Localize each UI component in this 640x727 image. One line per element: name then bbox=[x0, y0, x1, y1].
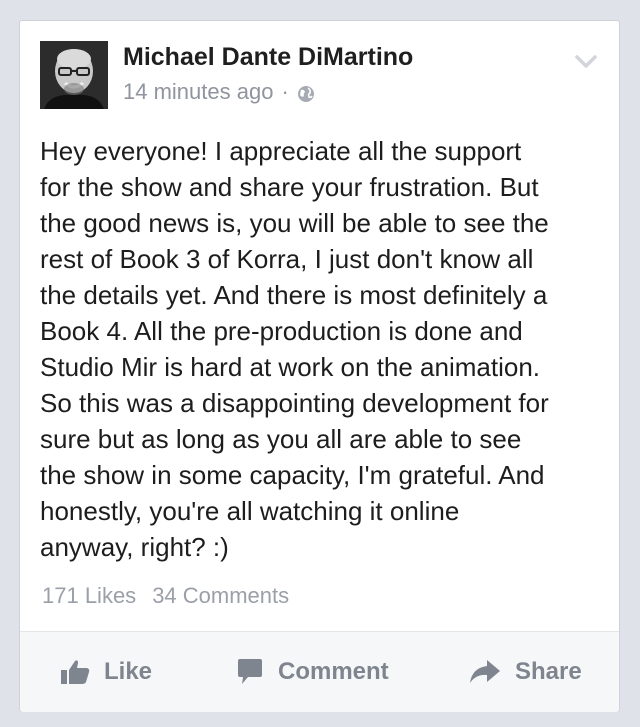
globe-icon bbox=[297, 83, 315, 102]
meta-separator: · bbox=[281, 79, 289, 104]
author-name[interactable]: Michael Dante DiMartino bbox=[123, 43, 413, 72]
chevron-down-icon[interactable] bbox=[575, 55, 597, 69]
post-actions-bar: Like Comment Share bbox=[20, 632, 619, 712]
speech-bubble-icon bbox=[236, 658, 264, 686]
avatar-photo bbox=[40, 41, 108, 109]
likes-count[interactable]: 171 Likes bbox=[42, 583, 136, 608]
comment-button[interactable]: Comment bbox=[236, 654, 389, 690]
share-label: Share bbox=[515, 658, 582, 685]
share-arrow-icon bbox=[469, 659, 501, 685]
post-stats: 171 Likes 34 Comments bbox=[42, 583, 289, 609]
post-meta: 14 minutes ago · bbox=[123, 79, 315, 105]
like-button[interactable]: Like bbox=[60, 654, 152, 690]
share-button[interactable]: Share bbox=[469, 654, 582, 690]
thumbs-up-icon bbox=[60, 659, 90, 685]
like-label: Like bbox=[104, 658, 153, 685]
comment-label: Comment bbox=[278, 658, 389, 685]
comments-count[interactable]: 34 Comments bbox=[152, 583, 289, 608]
post-card: Michael Dante DiMartino 14 minutes ago ·… bbox=[19, 20, 620, 712]
avatar[interactable] bbox=[40, 41, 108, 109]
post-header: Michael Dante DiMartino 14 minutes ago · bbox=[20, 21, 619, 121]
post-body-text: Hey everyone! I appreciate all the suppo… bbox=[40, 136, 549, 562]
post-timestamp[interactable]: 14 minutes ago bbox=[123, 79, 273, 105]
